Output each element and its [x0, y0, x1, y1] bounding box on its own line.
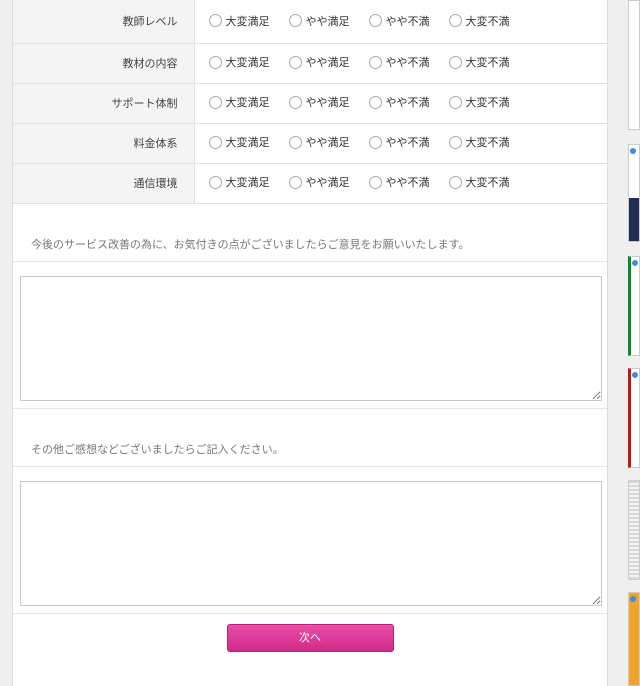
- rating-option[interactable]: やや満足: [288, 134, 369, 150]
- rating-option[interactable]: やや満足: [288, 94, 369, 110]
- rating-option[interactable]: 大変不満: [448, 13, 529, 29]
- sidebar-ad[interactable]: [628, 368, 640, 468]
- rating-option[interactable]: やや満足: [288, 174, 369, 190]
- radio-button[interactable]: [208, 175, 222, 189]
- rating-options: 大変満足 やや満足 やや不満 大変不満: [194, 123, 608, 164]
- rating-option-label: 大変満足: [225, 136, 270, 150]
- rating-options: 大変満足 やや満足 やや不満 大変不満: [194, 83, 608, 124]
- sidebar-ad[interactable]: [628, 592, 640, 686]
- rating-option-label: 大変不満: [465, 176, 510, 190]
- rating-option-label: 大変不満: [465, 96, 510, 110]
- rating-option-label: 大変満足: [225, 176, 270, 190]
- rating-option[interactable]: やや不満: [368, 13, 449, 29]
- radio-button[interactable]: [448, 135, 462, 149]
- rating-question-label: 教材の内容: [13, 43, 195, 84]
- rating-option[interactable]: 大変満足: [208, 174, 289, 190]
- rating-option[interactable]: やや満足: [288, 13, 369, 29]
- survey-form: 教師レベル 大変満足 やや満足 やや不満 大変不満 教材の内容 大変満足 やや満足 やや不満 大変…: [12, 0, 608, 686]
- rating-option-label: やや不満: [385, 176, 430, 190]
- rating-option-label: やや不満: [385, 56, 430, 70]
- radio-button[interactable]: [368, 14, 382, 27]
- radio-button[interactable]: [448, 95, 462, 109]
- rating-question-label: 料金体系: [13, 123, 195, 164]
- sidebar-ad[interactable]: [628, 144, 640, 242]
- radio-button[interactable]: [368, 175, 382, 189]
- rating-option[interactable]: 大変不満: [448, 134, 529, 150]
- rating-option-label: 大変不満: [465, 136, 510, 150]
- rating-option-label: やや満足: [305, 56, 350, 70]
- rating-row: サポート体制 大変満足 やや満足 やや不満 大変不満: [13, 83, 608, 124]
- rating-question-label: サポート体制: [13, 83, 195, 124]
- improvement-textarea[interactable]: [20, 275, 602, 401]
- rating-option[interactable]: 大変満足: [208, 13, 289, 29]
- rating-option[interactable]: やや不満: [368, 174, 449, 190]
- next-button[interactable]: 次へ: [226, 624, 394, 652]
- radio-button[interactable]: [288, 175, 302, 189]
- rating-option-label: 大変満足: [225, 14, 270, 28]
- sidebar-ad[interactable]: [628, 0, 640, 130]
- rating-option-label: やや不満: [385, 14, 430, 28]
- rating-option-label: やや満足: [305, 176, 350, 190]
- rating-question-label: 通信環境: [13, 163, 195, 204]
- radio-button[interactable]: [208, 55, 222, 69]
- radio-button[interactable]: [448, 14, 462, 27]
- ad-logo-icon: [632, 260, 638, 266]
- radio-button[interactable]: [448, 175, 462, 189]
- rating-row: 教材の内容 大変満足 やや満足 やや不満 大変不満: [13, 43, 608, 84]
- improvement-prompt: 今後のサービス改善の為に、お気付きの点がございましたらご意見をお願いいたします。: [13, 204, 607, 262]
- rating-options: 大変満足 やや満足 やや不満 大変不満: [194, 0, 608, 44]
- radio-button[interactable]: [208, 14, 222, 27]
- radio-button[interactable]: [368, 135, 382, 149]
- rating-option[interactable]: 大変不満: [448, 174, 529, 190]
- rating-option-label: 大変不満: [465, 14, 510, 28]
- sidebar-ads: [628, 0, 640, 686]
- rating-options: 大変満足 やや満足 やや不満 大変不満: [194, 43, 608, 84]
- rating-options: 大変満足 やや満足 やや不満 大変不満: [194, 163, 608, 204]
- radio-button[interactable]: [368, 55, 382, 69]
- radio-button[interactable]: [208, 95, 222, 109]
- ad-logo-icon: [630, 148, 636, 154]
- rating-question-label: 教師レベル: [13, 0, 195, 44]
- improvement-field-wrap: [13, 262, 607, 409]
- rating-table: 教師レベル 大変満足 やや満足 やや不満 大変不満 教材の内容 大変満足 やや満足 やや不満 大変…: [13, 0, 608, 204]
- other-prompt-text: その他ご感想などございましたらご記入ください。: [31, 442, 284, 456]
- rating-option[interactable]: やや不満: [368, 134, 449, 150]
- rating-option-label: やや不満: [385, 96, 430, 110]
- radio-button[interactable]: [288, 14, 302, 27]
- other-field-wrap: [13, 467, 607, 614]
- rating-option-label: やや満足: [305, 136, 350, 150]
- rating-option[interactable]: やや満足: [288, 54, 369, 70]
- ad-logo-icon: [632, 372, 638, 378]
- button-area: 次へ: [13, 624, 607, 652]
- rating-option[interactable]: 大変満足: [208, 94, 289, 110]
- rating-option-label: やや不満: [385, 136, 430, 150]
- radio-button[interactable]: [288, 55, 302, 69]
- rating-option-label: 大変不満: [465, 56, 510, 70]
- rating-option[interactable]: 大変不満: [448, 54, 529, 70]
- radio-button[interactable]: [368, 95, 382, 109]
- other-prompt: その他ご感想などございましたらご記入ください。: [13, 409, 607, 467]
- rating-option[interactable]: やや不満: [368, 94, 449, 110]
- radio-button[interactable]: [208, 135, 222, 149]
- radio-button[interactable]: [448, 55, 462, 69]
- rating-option-label: 大変満足: [225, 96, 270, 110]
- rating-option[interactable]: 大変不満: [448, 94, 529, 110]
- sidebar-ad[interactable]: [628, 480, 640, 580]
- rating-row: 料金体系 大変満足 やや満足 やや不満 大変不満: [13, 123, 608, 164]
- rating-option-label: やや満足: [305, 14, 350, 28]
- rating-option-label: やや満足: [305, 96, 350, 110]
- rating-option[interactable]: やや不満: [368, 54, 449, 70]
- ad-logo-icon: [630, 596, 636, 602]
- rating-option[interactable]: 大変満足: [208, 54, 289, 70]
- rating-row: 通信環境 大変満足 やや満足 やや不満 大変不満: [13, 163, 608, 204]
- radio-button[interactable]: [288, 135, 302, 149]
- other-textarea[interactable]: [20, 480, 602, 606]
- sidebar-ad[interactable]: [628, 256, 640, 356]
- radio-button[interactable]: [288, 95, 302, 109]
- improvement-prompt-text: 今後のサービス改善の為に、お気付きの点がございましたらご意見をお願いいたします。: [31, 237, 470, 251]
- rating-option[interactable]: 大変満足: [208, 134, 289, 150]
- rating-option-label: 大変満足: [225, 56, 270, 70]
- rating-row: 教師レベル 大変満足 やや満足 やや不満 大変不満: [13, 0, 608, 44]
